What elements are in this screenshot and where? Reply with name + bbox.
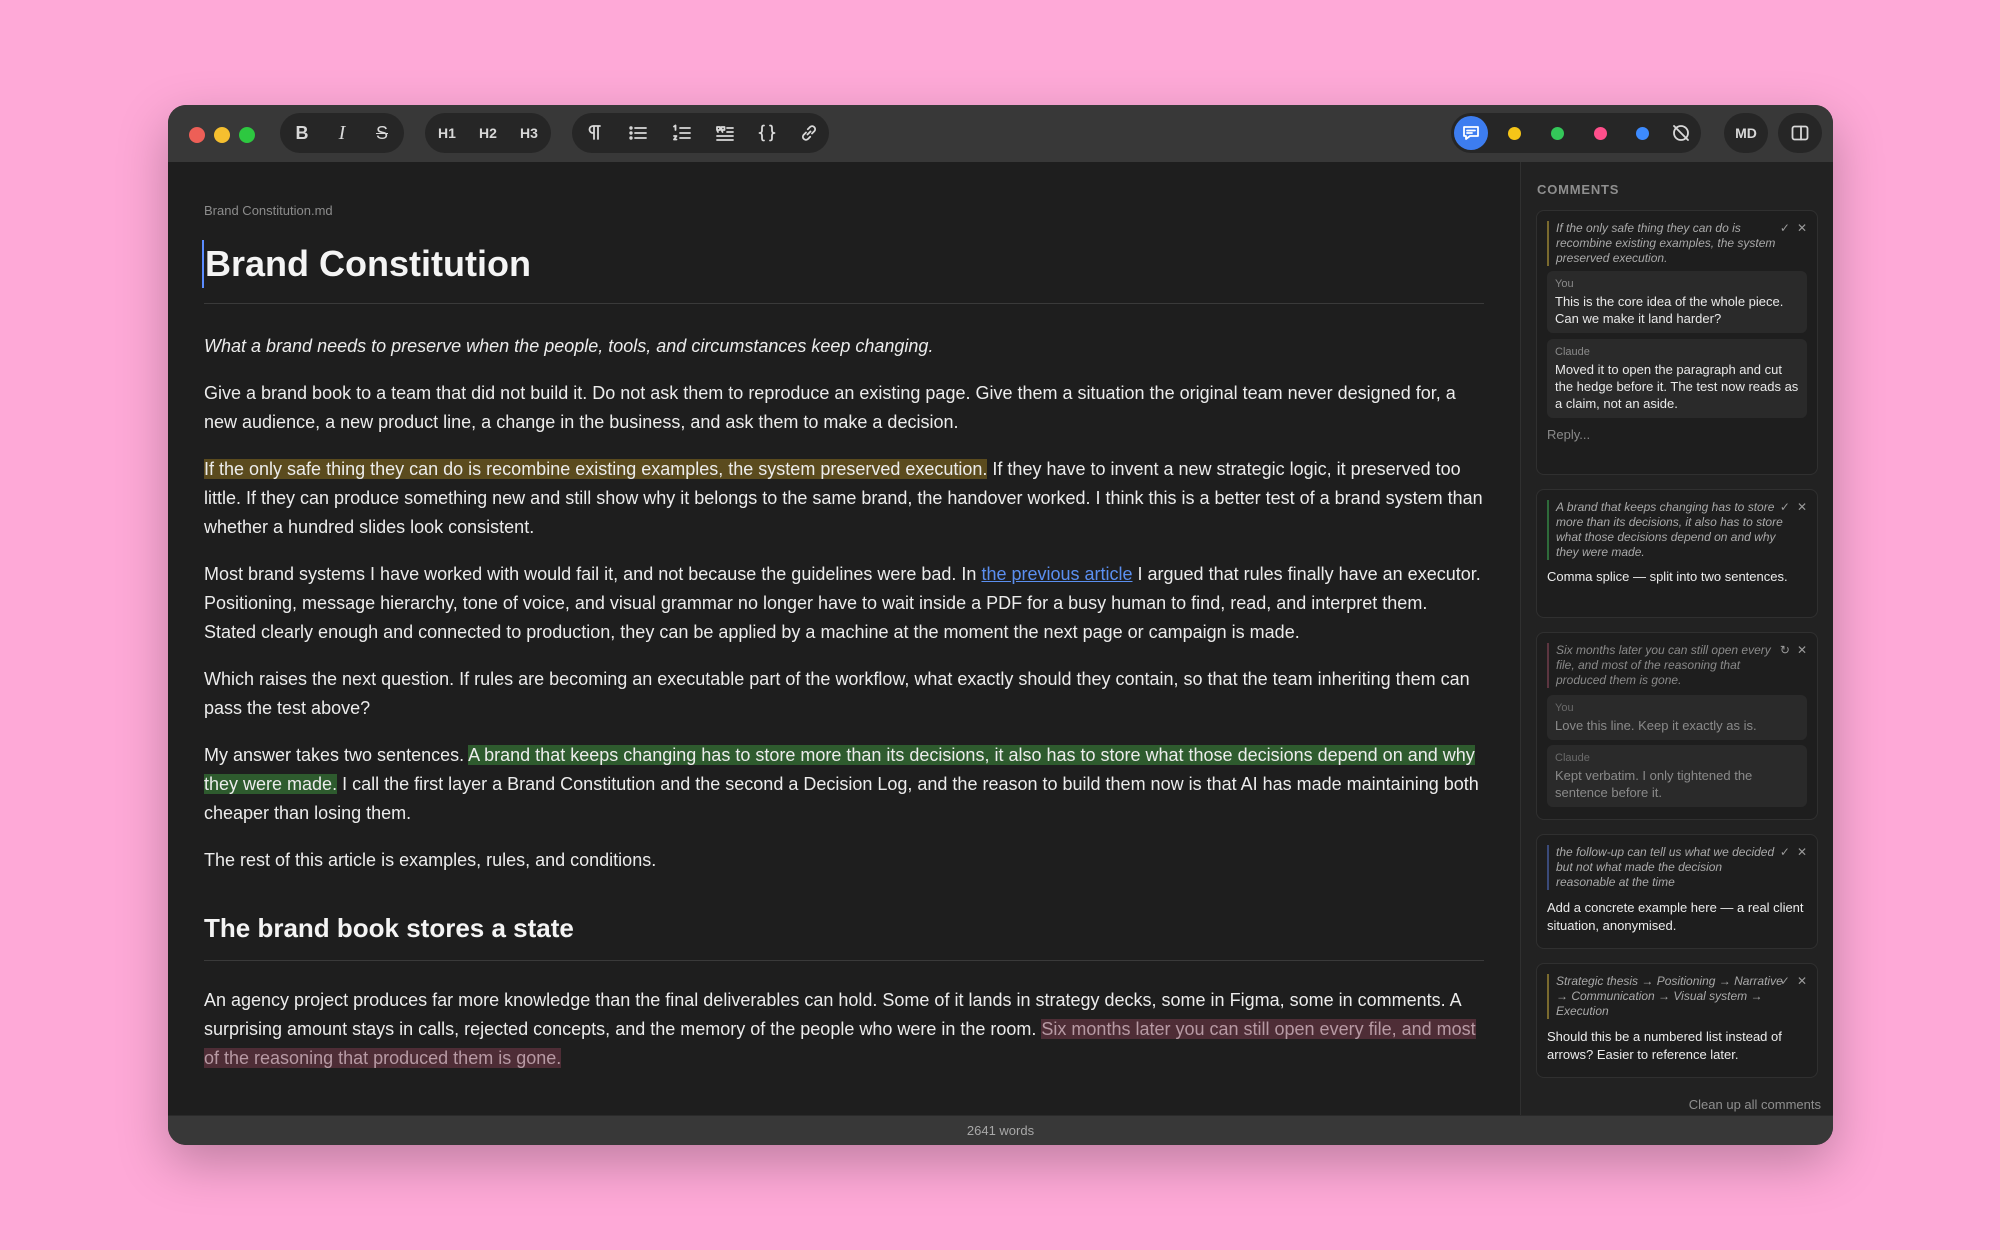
split-view-icon[interactable] bbox=[1780, 113, 1820, 153]
highlight-yellow-button[interactable] bbox=[1494, 113, 1534, 153]
code-braces-icon[interactable] bbox=[747, 113, 787, 153]
clear-highlight-button[interactable] bbox=[1661, 113, 1701, 153]
message-text: Kept verbatim. I only tightened the sent… bbox=[1555, 768, 1753, 800]
message-author: Claude bbox=[1555, 752, 1590, 764]
bold-button[interactable]: B bbox=[282, 113, 322, 153]
comment-thread-resolved[interactable]: Six months later you can still open ever… bbox=[1536, 632, 1818, 820]
document-subtitle: What a brand needs to preserve when the … bbox=[204, 336, 934, 356]
heading-group: H1 H2 H3 bbox=[425, 113, 551, 153]
reopen-icon[interactable]: ↻ bbox=[1780, 643, 1790, 657]
highlight-green-button[interactable] bbox=[1537, 113, 1577, 153]
bullet-list-icon[interactable] bbox=[618, 113, 658, 153]
blue-dot-icon bbox=[1635, 126, 1649, 140]
paragraph-5-text-b: I call the first layer a Brand Constitut… bbox=[204, 774, 1479, 823]
previous-article-link[interactable]: the previous article bbox=[981, 564, 1132, 584]
highlight-pink-button[interactable] bbox=[1580, 113, 1620, 153]
md-group: MD bbox=[1724, 113, 1768, 153]
comment-quote: Six months later you can still open ever… bbox=[1547, 643, 1783, 688]
paragraph-2: If the only safe thing they can do is re… bbox=[204, 455, 1484, 542]
panel-group bbox=[1778, 113, 1822, 153]
document-title: Brand Constitution bbox=[202, 240, 1484, 288]
cleanup-comments-button[interactable]: Clean up all comments bbox=[1689, 1097, 1821, 1112]
h3-button[interactable]: H3 bbox=[509, 113, 549, 153]
minimize-window-button[interactable] bbox=[214, 127, 230, 143]
word-count: 2641 words bbox=[966, 1123, 1035, 1138]
no-highlight-icon bbox=[1673, 125, 1689, 141]
comment-message: You This is the core idea of the whole p… bbox=[1547, 271, 1807, 333]
resolve-check-icon[interactable]: ✓ bbox=[1780, 845, 1790, 859]
zoom-window-button[interactable] bbox=[239, 127, 255, 143]
delete-x-icon[interactable]: ✕ bbox=[1797, 221, 1807, 235]
paragraph-3-text-a: Most brand systems I have worked with wo… bbox=[204, 564, 982, 584]
reply-input[interactable]: Reply... bbox=[1547, 427, 1590, 442]
highlight-blue-button[interactable] bbox=[1622, 113, 1662, 153]
message-text: This is the core idea of the whole piece… bbox=[1555, 294, 1784, 326]
comment-quote: If the only safe thing they can do is re… bbox=[1547, 221, 1783, 266]
comment-message: You Love this line. Keep it exactly as i… bbox=[1547, 695, 1807, 740]
comment-thread[interactable]: the follow-up can tell us what we decide… bbox=[1536, 834, 1818, 949]
yellow-dot-icon bbox=[1507, 126, 1521, 140]
comment-body: Comma splice — split into two sentences. bbox=[1547, 569, 1788, 584]
file-name: Brand Constitution.md bbox=[204, 203, 333, 218]
paragraph-5: My answer takes two sentences. A brand t… bbox=[204, 741, 1484, 828]
resolve-check-icon[interactable]: ✓ bbox=[1780, 500, 1790, 514]
close-window-button[interactable] bbox=[189, 127, 205, 143]
comments-title: COMMENTS bbox=[1537, 182, 1620, 197]
resolve-check-icon[interactable]: ✓ bbox=[1780, 221, 1790, 235]
message-text: Moved it to open the paragraph and cut t… bbox=[1555, 362, 1799, 411]
message-author: You bbox=[1555, 278, 1574, 290]
delete-x-icon[interactable]: ✕ bbox=[1797, 643, 1807, 657]
italic-button[interactable]: I bbox=[322, 113, 362, 153]
strikethrough-button[interactable]: S bbox=[362, 113, 402, 153]
title-divider bbox=[204, 303, 1484, 304]
comment-message: Claude Kept verbatim. I only tightened t… bbox=[1547, 745, 1807, 807]
block-group bbox=[572, 113, 829, 153]
delete-x-icon[interactable]: ✕ bbox=[1797, 974, 1807, 988]
comment-thread[interactable]: If the only safe thing they can do is re… bbox=[1536, 210, 1818, 475]
format-group: B I S bbox=[280, 113, 404, 153]
pink-dot-icon bbox=[1593, 126, 1607, 140]
comment-quote: Strategic thesis → Positioning → Narrati… bbox=[1547, 974, 1783, 1019]
h1-button[interactable]: H1 bbox=[427, 113, 467, 153]
comments-sidebar: COMMENTS If the only safe thing they can… bbox=[1520, 162, 1833, 1115]
green-dot-icon bbox=[1550, 126, 1564, 140]
paragraph-6: The rest of this article is examples, ru… bbox=[204, 850, 657, 870]
paragraph-3: Most brand systems I have worked with wo… bbox=[204, 560, 1484, 647]
section-heading: The brand book stores a state bbox=[204, 913, 574, 943]
comment-mode-button[interactable] bbox=[1451, 113, 1491, 153]
document-editor[interactable]: Brand Constitution.md Brand Constitution… bbox=[168, 162, 1520, 1115]
message-author: Claude bbox=[1555, 346, 1590, 358]
delete-x-icon[interactable]: ✕ bbox=[1797, 500, 1807, 514]
resolve-check-icon[interactable]: ✓ bbox=[1780, 974, 1790, 988]
highlight-group bbox=[1451, 113, 1701, 153]
comment-body: Add a concrete example here — a real cli… bbox=[1547, 900, 1804, 933]
comment-body: Should this be a numbered list instead o… bbox=[1547, 1029, 1782, 1062]
paragraph-7: An agency project produces far more know… bbox=[204, 986, 1484, 1073]
comment-thread[interactable]: A brand that keeps changing has to store… bbox=[1536, 489, 1818, 618]
comment-quote: A brand that keeps changing has to store… bbox=[1547, 500, 1783, 560]
status-bar: 2641 words bbox=[168, 1115, 1833, 1145]
comment-icon bbox=[1454, 116, 1488, 150]
message-author: You bbox=[1555, 702, 1574, 714]
comment-quote: the follow-up can tell us what we decide… bbox=[1547, 845, 1783, 890]
highlight-yellow[interactable]: If the only safe thing they can do is re… bbox=[204, 459, 988, 479]
paragraph-4: Which raises the next question. If rules… bbox=[204, 669, 1470, 718]
paragraph-1: Give a brand book to a team that did not… bbox=[204, 383, 1456, 432]
h2-button[interactable]: H2 bbox=[468, 113, 508, 153]
comment-message: Claude Moved it to open the paragraph an… bbox=[1547, 339, 1807, 418]
delete-x-icon[interactable]: ✕ bbox=[1797, 845, 1807, 859]
paragraph-5-text-a: My answer takes two sentences. bbox=[204, 745, 469, 765]
message-text: Love this line. Keep it exactly as is. bbox=[1555, 718, 1757, 733]
comment-thread[interactable]: Strategic thesis → Positioning → Narrati… bbox=[1536, 963, 1818, 1078]
quote-block-icon[interactable] bbox=[705, 113, 745, 153]
toolbar: B I S H1 H2 H3 MD bbox=[168, 105, 1833, 162]
markdown-toggle-button[interactable]: MD bbox=[1726, 113, 1766, 153]
paragraph-icon[interactable] bbox=[575, 113, 615, 153]
numbered-list-icon[interactable] bbox=[662, 113, 702, 153]
editor-window: B I S H1 H2 H3 MD Brand Constitution.md … bbox=[168, 105, 1833, 1145]
section-divider bbox=[204, 960, 1484, 961]
link-icon[interactable] bbox=[789, 113, 829, 153]
document-body[interactable]: Brand Constitution What a brand needs to… bbox=[202, 240, 1484, 1073]
